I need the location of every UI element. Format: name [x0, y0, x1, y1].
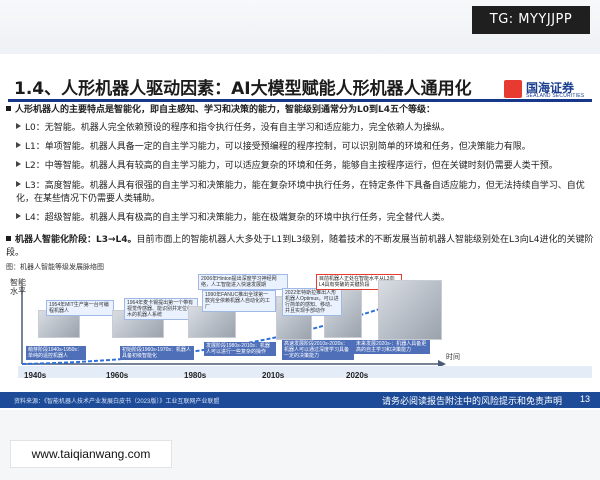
arrow-bullet-icon [16, 142, 21, 148]
page-number: 13 [580, 394, 591, 404]
level-text: L1：单项智能。机器人具备一定的自主学习能力，可以接受预编程的程序控制，可以识别… [25, 142, 531, 152]
title-divider [8, 99, 592, 102]
level-text: L0：无智能。机器人完全依赖预设的程序和指令执行任务，没有自主学习和适应能力，完… [25, 123, 450, 133]
stage-label: 萌芽阶段1940s-1950s：单纯的遥控机器人 [26, 346, 86, 360]
intro-line: 人形机器人的主要特点是智能化，即自主感知、学习和决策的能力，智能级别通常分为L0… [6, 104, 594, 117]
milestone-note: 1954年MIT生产第一台可编程机器人 [46, 300, 114, 316]
channel-tag: TG: MYYJJPP [472, 6, 590, 34]
level-text: L4：超级智能。机器人具有极高的自主学习和决策能力，能在极端复杂的环境中执行任务… [25, 213, 450, 223]
slide-title: 1.4、人形机器人驱动因素：AI大模型赋能人形机器人通用化 [14, 79, 472, 99]
level-item: L0：无智能。机器人完全依赖预设的程序和指令执行任务，没有自主学习和适应能力，完… [6, 122, 600, 135]
era-label: 1960s [106, 371, 129, 380]
robot-photo [378, 280, 442, 340]
era-label: 2010s [262, 371, 285, 380]
intro-text: 人形机器人的主要特点是智能化，即自主感知、学习和决策的能力，智能级别通常分为L0… [15, 105, 435, 115]
y-axis-label: 智能水平 [10, 278, 26, 296]
level-item: L3：高度智能。机器人具有很强的自主学习和决策能力，能在复杂环境中执行任务，在特… [6, 180, 594, 206]
era-label: 1980s [184, 371, 207, 380]
source-note: 资料来源：《智能机器人技术产业发展白皮书（2023版）》工业互联网产业联盟 [14, 399, 220, 405]
stage-label: 高速发展阶段2010s-2020s：机器人可以通过深度学习具备一定的决策能力 [282, 340, 354, 360]
milestone-note: 1964年麦卡锡提出第一个带有视觉传感器、能识别并定位积木的机器人系统 [124, 298, 198, 320]
square-bullet-icon [6, 106, 11, 111]
era-label: 1940s [24, 371, 47, 380]
x-axis-label: 时间 [446, 354, 460, 361]
arrow-bullet-icon [16, 161, 21, 167]
square-bullet-icon [6, 236, 11, 241]
level-text: L2：中等智能。机器人具有较高的自主学习能力，可以适应复杂的环境和任务，能够自主… [25, 161, 558, 171]
level-item: L2：中等智能。机器人具有较高的自主学习能力，可以适应复杂的环境和任务，能够自主… [6, 160, 600, 173]
logo-mark-icon [504, 80, 522, 98]
watermark-link[interactable]: www.taiqianwang.com [10, 440, 172, 468]
stage-label: 机器人智能化阶段：L3→L4。 [15, 235, 137, 245]
stage-label: 初始阶段1960s-1970s：机器人具备初级智能化 [120, 346, 194, 360]
slide: TG: MYYJJPP 1.4、人形机器人驱动因素：AI大模型赋能人形机器人通用… [0, 0, 600, 480]
era-label: 2020s [346, 371, 369, 380]
level-item: L1：单项智能。机器人具备一定的自主学习能力，可以接受预编程的程序控制，可以识别… [6, 141, 600, 154]
arrow-bullet-icon [16, 123, 21, 129]
stage-summary: 机器人智能化阶段：L3→L4。目前市面上的智能机器人大多处于L1到L3级别，随着… [6, 234, 594, 260]
stage-label: 发展阶段1980s-2010s：机器人可以进行一些复杂的操作 [204, 342, 276, 356]
level-text: L3：高度智能。机器人具有很强的自主学习和决策能力，能在复杂环境中执行任务，在特… [16, 181, 585, 204]
milestone-note: 1990年FANUC推出全球第一款完全依赖机器人自动化的工厂 [202, 290, 276, 312]
milestone-note: 2006年Hinton提出深度学习神经网络，人工智能进入快速发展期 [198, 274, 288, 290]
stage-label: 未来发展2020s-：机器人具备更高的自主学习和决策能力 [354, 340, 430, 354]
arrow-bullet-icon [16, 213, 21, 219]
development-figure: 智能水平 时间 1954年MIT生产第一台可编程机器人 1964年麦卡锡提出第一… [8, 270, 592, 388]
brand-logo: 国海证券 SEALAND SECURITIES [504, 80, 596, 100]
level-item: L4：超级智能。机器人具有极高的自主学习和决策能力，能在极端复杂的环境中执行任务… [6, 212, 600, 225]
arrow-bullet-icon [16, 181, 21, 187]
disclaimer: 请务必阅读报告附注中的风险提示和免责声明 [382, 397, 563, 407]
milestone-note: 2022年特斯拉推出人形机器人Optimus，可以进行简单的感知、移动、并且实现… [282, 288, 342, 316]
